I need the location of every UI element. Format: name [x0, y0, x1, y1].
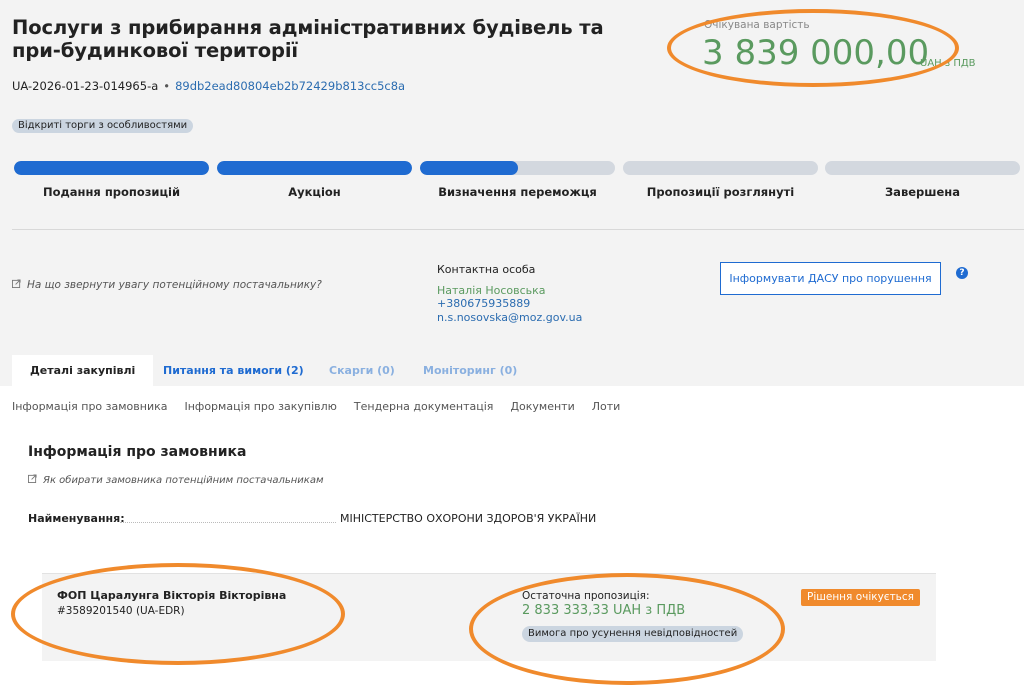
subnav-lots[interactable]: Лоти — [592, 400, 621, 413]
stage-reviewed: Пропозиції розглянуті — [623, 161, 818, 199]
tab-questions[interactable]: Питання та вимоги (2) — [163, 355, 304, 386]
stage-auction: Аукціон — [217, 161, 412, 199]
stage-label: Пропозиції розглянуті — [646, 185, 795, 199]
tender-ids: UA-2026-01-23-014965-a • 89db2ead80804eb2b… — [12, 79, 405, 93]
stage-bar — [217, 161, 412, 175]
page-title: Послуги з прибирання адміністративних бу… — [12, 16, 604, 62]
tab-details[interactable]: Деталі закупівлі — [12, 355, 154, 386]
dotted-leader — [120, 522, 336, 523]
subnav-tender-docs[interactable]: Тендерна документація — [354, 400, 494, 413]
stage-submission: Подання пропозицій — [14, 161, 209, 199]
stage-bar — [420, 161, 615, 175]
help-icon[interactable]: ? — [956, 267, 968, 279]
stage-completed: Завершена — [825, 161, 1020, 199]
customer-name-label: Найменування: — [28, 512, 125, 525]
contact-person: Контактна особа Наталія Носовська +38067… — [437, 263, 582, 324]
procedure-type-badge: Відкриті торги з особливостями — [12, 119, 194, 133]
price-annotation-ellipse — [667, 9, 959, 87]
stage-bar — [825, 161, 1020, 175]
stage-bar-fill — [420, 161, 518, 175]
customer-section-title: Інформація про замовника — [28, 444, 247, 460]
stage-label: Подання пропозицій — [42, 185, 181, 199]
external-link-icon — [12, 279, 21, 291]
external-link-icon — [27, 474, 37, 486]
tab-monitoring[interactable]: Моніторинг (0) — [423, 355, 517, 386]
decision-status-badge: Рішення очікується — [801, 589, 920, 606]
stage-bar — [623, 161, 818, 175]
offer-annotation-ellipse — [469, 573, 785, 685]
contact-email[interactable]: n.s.nosovska@moz.gov.ua — [437, 311, 582, 325]
stage-label: Визначення переможця — [438, 185, 597, 199]
stage-label: Аукціон — [288, 185, 341, 199]
stage-bar — [14, 161, 209, 175]
stage-winner: Визначення переможця — [420, 161, 615, 199]
stage-bar-fill — [217, 161, 412, 175]
tender-id: UA-2026-01-23-014965-a — [12, 79, 159, 93]
supplier-hint-text: На що звернути увагу потенційному постач… — [27, 279, 322, 291]
supplier-hint-link[interactable]: На що звернути увагу потенційному постач… — [12, 279, 322, 291]
details-subnav: Інформація про замовника Інформація про з… — [12, 400, 637, 413]
stage-label: Завершена — [885, 185, 960, 199]
customer-how-link[interactable]: Як обирати замовника потенційним постача… — [27, 474, 324, 486]
stage-bar-fill — [14, 161, 209, 175]
bidder-annotation-ellipse — [11, 563, 345, 665]
customer-how-text: Як обирати замовника потенційним постача… — [43, 475, 324, 486]
subnav-procurement[interactable]: Інформація про закупівлю — [184, 400, 336, 413]
contact-phone[interactable]: +380675935889 — [437, 297, 582, 311]
subnav-documents[interactable]: Документи — [510, 400, 574, 413]
customer-name-value: МІНІСТЕРСТВО ОХОРОНИ ЗДОРОВ'Я УКРАЇНИ — [340, 512, 597, 525]
contact-title: Контактна особа — [437, 263, 536, 276]
contact-name: Наталія Носовська — [437, 283, 546, 297]
subnav-customer[interactable]: Інформація про замовника — [12, 400, 167, 413]
tab-complaints[interactable]: Скарги (0) — [329, 355, 395, 386]
id-separator: • — [163, 79, 171, 93]
tender-hash-link[interactable]: 89db2ead80804eb2b72429b813cc5c8a — [175, 79, 405, 93]
report-violation-button[interactable]: Інформувати ДАСУ про порушення — [720, 262, 941, 295]
divider — [12, 229, 1024, 230]
